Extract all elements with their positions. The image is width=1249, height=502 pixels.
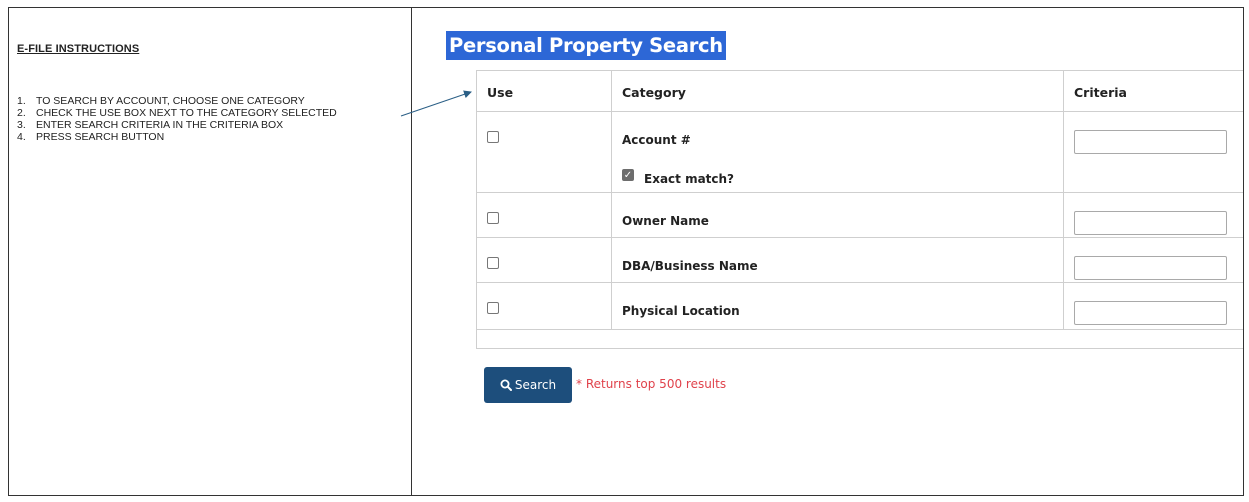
search-icon (500, 379, 512, 391)
exact-match-label: Exact match? (644, 172, 735, 186)
criteria-input-physical-location[interactable] (1074, 301, 1227, 325)
results-note: * Returns top 500 results (576, 377, 727, 391)
use-checkbox-physical-location[interactable] (487, 302, 499, 314)
use-checkbox-owner-name[interactable] (487, 212, 499, 224)
row-divider (477, 111, 1243, 112)
category-physical-location: Physical Location (622, 304, 740, 318)
search-table: Use Category Criteria Account # ✓ Exact … (476, 70, 1243, 349)
column-divider (1063, 71, 1064, 330)
use-checkbox-account[interactable] (487, 131, 499, 143)
exact-match-checkbox[interactable]: ✓ (622, 169, 634, 181)
row-divider (477, 329, 1243, 330)
column-divider (611, 71, 612, 330)
page-frame: E-FILE INSTRUCTIONS 1. TO SEARCH BY ACCOU… (8, 7, 1244, 496)
row-divider (477, 237, 1243, 238)
search-button[interactable]: Search (484, 367, 572, 403)
use-checkbox-dba[interactable] (487, 257, 499, 269)
row-divider (477, 192, 1243, 193)
header-use: Use (487, 85, 514, 100)
category-account: Account # (622, 133, 691, 147)
search-button-label: Search (514, 378, 557, 392)
criteria-input-dba[interactable] (1074, 256, 1227, 280)
header-criteria: Criteria (1074, 85, 1127, 100)
category-owner-name: Owner Name (622, 214, 709, 228)
row-divider (477, 282, 1243, 283)
criteria-input-account[interactable] (1074, 130, 1227, 154)
header-category: Category (622, 85, 686, 100)
criteria-input-owner-name[interactable] (1074, 211, 1227, 235)
category-dba: DBA/Business Name (622, 259, 758, 273)
page-title: Personal Property Search (446, 31, 726, 60)
search-panel: Personal Property Search Use Category Cr… (412, 8, 1243, 495)
